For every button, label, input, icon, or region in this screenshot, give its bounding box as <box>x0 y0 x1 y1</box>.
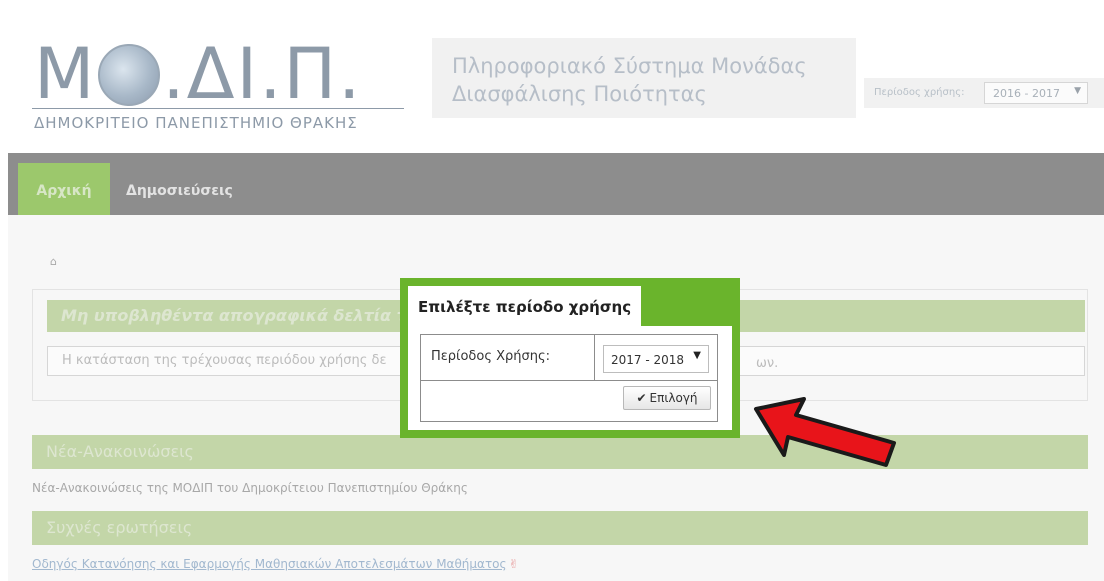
news-section-title: Νέα-Ανακοινώσεις <box>32 435 1088 469</box>
chevron-down-icon: ▼ <box>1074 86 1081 96</box>
check-icon: ✔ <box>636 391 647 405</box>
main-nav: Αρχική Δημοσιεύσεις <box>8 153 1104 215</box>
logo: Μ .ΔΙ.Π. ΔΗΜΟΚΡΙΤΕΙΟ ΠΑΝΕΠΙΣΤΗΜΙΟ ΘΡΑΚΗΣ <box>30 28 410 138</box>
globe-icon <box>98 43 161 106</box>
header: Μ .ΔΙ.Π. ΔΗΜΟΚΡΙΤΕΙΟ ΠΑΝΕΠΙΣΤΗΜΙΟ ΘΡΑΚΗΣ … <box>8 8 1104 153</box>
period-field-label: Περίοδος Χρήσης: <box>421 335 595 381</box>
period-select[interactable]: 2017 - 2018 ▼ <box>603 345 709 373</box>
modal-title: Επιλέξτε περίοδο χρήσης <box>408 286 642 326</box>
nav-item-home[interactable]: Αρχική <box>18 163 110 215</box>
header-period-label: Περίοδος χρήσης: <box>874 87 965 98</box>
header-period-value: 2016 - 2017 <box>993 87 1060 100</box>
header-period-box: Περίοδος χρήσης: 2016 - 2017 ▼ <box>864 78 1104 108</box>
pointer-arrow <box>754 397 896 467</box>
modal-title-accent <box>638 286 732 326</box>
modal-form-table: Περίοδος Χρήσης: 2017 - 2018 ▼ ✔ Επιλογή <box>420 334 718 422</box>
system-title: Πληροφοριακό Σύστημα Μονάδας Διασφάλισης… <box>432 38 856 118</box>
home-icon[interactable]: ⌂ <box>50 255 57 268</box>
pending-forms-text-tail: ων. <box>756 356 779 371</box>
news-text: Νέα-Ανακοινώσεις της ΜΟΔΙΠ του Δημοκρίτε… <box>32 481 468 495</box>
logo-divider <box>32 108 404 109</box>
faq-section-title: Συχνές ερωτήσεις <box>32 511 1088 545</box>
choose-button-label: Επιλογή <box>649 391 698 405</box>
logo-main: Μ <box>34 33 97 115</box>
modal-form-row: Περίοδος Χρήσης: 2017 - 2018 ▼ <box>421 335 717 381</box>
nav-item-publications[interactable]: Δημοσιεύσεις <box>126 183 233 199</box>
logo-text: Μ .ΔΙ.Π. <box>34 28 362 120</box>
logo-subtitle: ΔΗΜΟΚΡΙΤΕΙΟ ΠΑΝΕΠΙΣΤΗΜΙΟ ΘΡΑΚΗΣ <box>34 114 358 132</box>
period-select-value: 2017 - 2018 <box>611 353 685 367</box>
faq-guide-link-text: Οδηγός Κατανόησης και Εφαρμογής Μαθησιακ… <box>32 557 507 571</box>
pdf-icon: ✌ <box>508 557 519 571</box>
period-modal: Επιλέξτε περίοδο χρήσης Περίοδος Χρήσης:… <box>400 278 740 438</box>
pointer-arrow-shape <box>754 397 896 467</box>
header-period-select[interactable]: 2016 - 2017 ▼ <box>984 82 1088 104</box>
logo-tail: .ΔΙ.Π. <box>162 33 363 115</box>
chevron-down-icon: ▼ <box>693 350 701 361</box>
modal-body: Επιλέξτε περίοδο χρήσης Περίοδος Χρήσης:… <box>408 286 732 430</box>
choose-button[interactable]: ✔ Επιλογή <box>623 386 711 410</box>
page: Μ .ΔΙ.Π. ΔΗΜΟΚΡΙΤΕΙΟ ΠΑΝΕΠΙΣΤΗΜΙΟ ΘΡΑΚΗΣ … <box>0 0 1104 581</box>
modal-action-row: ✔ Επιλογή <box>421 381 717 421</box>
faq-guide-link[interactable]: Οδηγός Κατανόησης και Εφαρμογής Μαθησιακ… <box>32 557 519 571</box>
